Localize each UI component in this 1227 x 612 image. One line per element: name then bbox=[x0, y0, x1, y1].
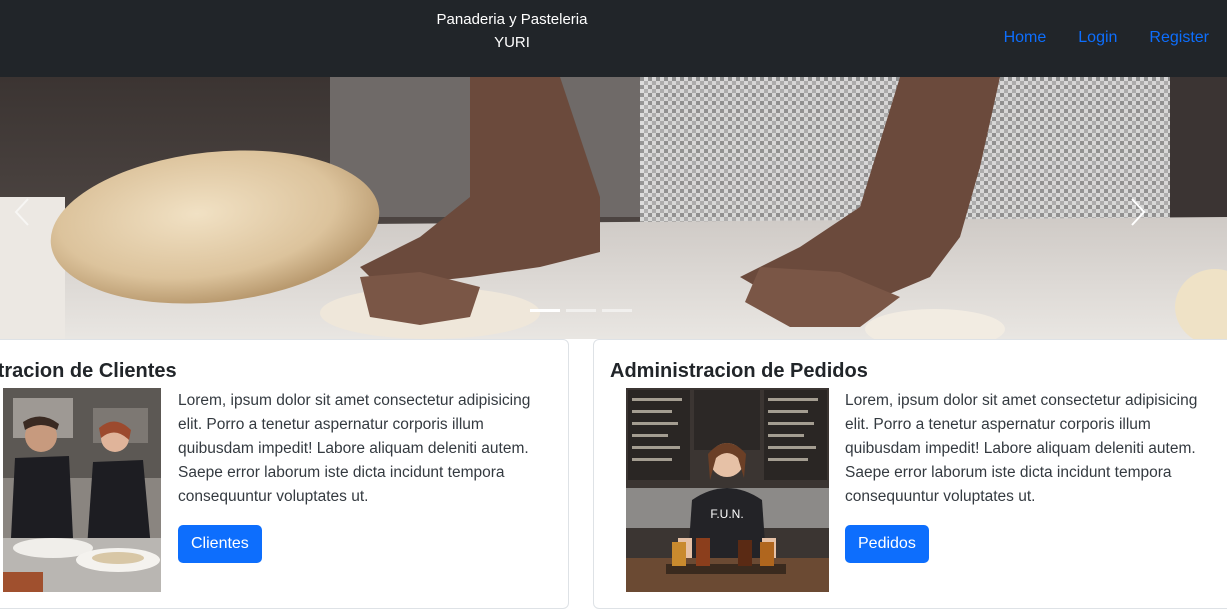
clientes-card: istracion de Clientes Lorem, ipsum dolor… bbox=[0, 339, 569, 609]
cooks-plating-food-image bbox=[3, 388, 161, 592]
carousel-indicators bbox=[530, 309, 632, 312]
hero-carousel bbox=[0, 77, 1227, 339]
pedidos-card-image: F.U.N. bbox=[626, 388, 829, 592]
card-text: Lorem, ipsum dolor sit amet consectetur … bbox=[845, 392, 1198, 505]
chevron-right-icon bbox=[1131, 198, 1146, 226]
clientes-card-image bbox=[3, 388, 161, 592]
pedidos-card: Administracion de Pedidos F.U.N. Lorem, … bbox=[593, 339, 1227, 609]
carousel-next-button[interactable] bbox=[1126, 195, 1150, 229]
clientes-button[interactable]: Clientes bbox=[178, 525, 262, 563]
navbar-brand[interactable]: Panaderia y Pasteleria YURI bbox=[412, 8, 612, 54]
carousel-prev-button[interactable] bbox=[10, 195, 34, 229]
pedidos-button[interactable]: Pedidos bbox=[845, 525, 929, 563]
nav-link-register[interactable]: Register bbox=[1149, 27, 1209, 49]
card-title: Administracion de Pedidos bbox=[610, 360, 868, 382]
baker-kneading-dough-image bbox=[0, 77, 1227, 339]
carousel-indicator-1[interactable] bbox=[530, 309, 560, 312]
brand-line-2: YURI bbox=[494, 34, 530, 51]
nav-links: Home Login Register bbox=[1004, 27, 1209, 49]
svg-text:F.U.N.: F.U.N. bbox=[710, 507, 743, 521]
chevron-left-icon bbox=[14, 198, 29, 226]
card-text: Lorem, ipsum dolor sit amet consectetur … bbox=[178, 392, 531, 505]
brand-line-1: Panaderia y Pasteleria bbox=[436, 11, 588, 28]
nav-link-login[interactable]: Login bbox=[1078, 27, 1117, 49]
bartender-serving-beer-image: F.U.N. bbox=[626, 388, 829, 592]
card-title: istracion de Clientes bbox=[0, 360, 177, 382]
nav-link-home[interactable]: Home bbox=[1004, 27, 1047, 49]
carousel-indicator-2[interactable] bbox=[566, 309, 596, 312]
carousel-indicator-3[interactable] bbox=[602, 309, 632, 312]
navbar: Panaderia y Pasteleria YURI Home Login R… bbox=[0, 0, 1227, 77]
